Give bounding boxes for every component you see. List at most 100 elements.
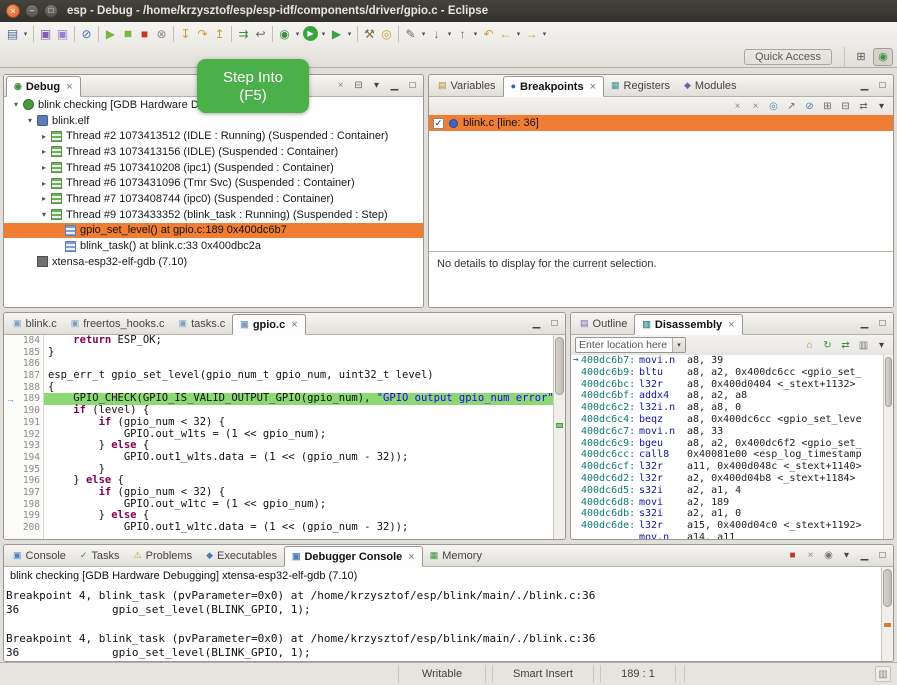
editor-tab-tasks-c[interactable]: ▣tasks.c bbox=[172, 313, 233, 334]
dropdown-arrow-icon[interactable]: ▾ bbox=[540, 30, 549, 38]
debug-tree-item[interactable]: ▾blink.elf bbox=[4, 113, 423, 129]
disassembly-line[interactable]: 400dc6c4:beqza8, 0x400dc6cc <gpio_set_le… bbox=[571, 414, 883, 426]
line-number[interactable]: 195 bbox=[17, 464, 40, 476]
line-number[interactable]: 190 bbox=[17, 405, 40, 417]
breakpoints-view-tab-registers[interactable]: ▦Registers bbox=[604, 75, 677, 96]
disassembly-line[interactable]: 400dc6cf:l32ra11, 0x400d048c <_stext+114… bbox=[571, 461, 883, 473]
remove-all-terminated-button[interactable]: × bbox=[333, 78, 348, 93]
close-tab-icon[interactable]: × bbox=[66, 81, 72, 93]
location-combo[interactable]: Enter location here ▾ bbox=[575, 337, 686, 353]
debug-tree-item[interactable]: ▸Thread #3 1073413156 (IDLE) (Suspended … bbox=[4, 144, 423, 160]
suspend-button[interactable]: ▮▮ bbox=[119, 25, 136, 42]
instruction-stepping-button[interactable]: ⇉ bbox=[235, 25, 252, 42]
expand-arrow-icon[interactable]: ▾ bbox=[24, 116, 36, 125]
code-line[interactable]: return ESP_OK; bbox=[44, 335, 553, 347]
dropdown-arrow-icon[interactable]: ▾ bbox=[514, 30, 523, 38]
go-to-file-button[interactable]: ↗ bbox=[784, 99, 799, 114]
next-annotation-button[interactable]: ↓ bbox=[428, 25, 445, 42]
disconnect-button[interactable]: ⊗ bbox=[153, 25, 170, 42]
disassembly-line[interactable]: 400dc6bf:addx4a8, a2, a8 bbox=[571, 390, 883, 402]
console-view-tab-console[interactable]: ▣Console bbox=[6, 545, 73, 566]
expand-arrow-icon[interactable]: ▸ bbox=[38, 147, 50, 156]
gutter-marker-slot[interactable] bbox=[4, 522, 17, 534]
quick-access-button[interactable]: Quick Access bbox=[744, 49, 832, 65]
gutter-marker-slot[interactable] bbox=[4, 499, 17, 511]
skip-all-breakpoints-button[interactable]: ⊘ bbox=[802, 99, 817, 114]
collapse-all-button[interactable]: ⊟ bbox=[351, 78, 366, 93]
refresh-button[interactable]: ↻ bbox=[820, 338, 835, 353]
dropdown-arrow-icon[interactable]: ▾ bbox=[293, 30, 302, 38]
maximize-button[interactable]: □ bbox=[405, 78, 420, 93]
breakpoints-view-tab-breakpoints[interactable]: ●Breakpoints× bbox=[503, 76, 604, 97]
line-number[interactable]: 199 bbox=[17, 510, 40, 522]
remove-all-breakpoints-button[interactable]: × bbox=[748, 99, 763, 114]
minimize-button[interactable]: ▁ bbox=[529, 316, 544, 331]
editor-tab-gpio-c[interactable]: ▣gpio.c× bbox=[232, 314, 305, 335]
debug-tree-item[interactable]: ▸Thread #7 1073408744 (ipc0) (Suspended … bbox=[4, 191, 423, 207]
close-tab-icon[interactable]: × bbox=[408, 551, 414, 563]
line-number[interactable]: 200 bbox=[17, 522, 40, 534]
dropdown-arrow-icon[interactable]: ▾ bbox=[345, 30, 354, 38]
debug-tree-item[interactable]: blink_task() at blink.c:33 0x400dbc2a bbox=[4, 238, 423, 254]
line-number[interactable]: 187 bbox=[17, 370, 40, 382]
expand-arrow-icon[interactable]: ▸ bbox=[38, 132, 50, 141]
disassembly-line[interactable]: 400dc6d5:s32ia2, a1, 4 bbox=[571, 485, 883, 497]
debug-tree-item[interactable]: ▾Thread #9 1073433352 (blink_task : Runn… bbox=[4, 207, 423, 223]
expand-arrow-icon[interactable]: ▾ bbox=[10, 100, 22, 109]
gutter-marker-slot[interactable] bbox=[4, 335, 17, 347]
expand-arrow-icon[interactable]: ▸ bbox=[38, 163, 50, 172]
expand-all-button[interactable]: ⊞ bbox=[820, 99, 835, 114]
collapse-all-button[interactable]: ⊟ bbox=[838, 99, 853, 114]
line-number[interactable]: 194 bbox=[17, 452, 40, 464]
pin-console-button[interactable]: ◉ bbox=[821, 548, 836, 563]
console-view-tab-debugger-console[interactable]: ▣Debugger Console× bbox=[284, 546, 423, 567]
link-with-debug-button[interactable]: ⇄ bbox=[856, 99, 871, 114]
maximize-button[interactable]: □ bbox=[875, 78, 890, 93]
combo-dropdown-icon[interactable]: ▾ bbox=[672, 338, 685, 352]
console-view-tab-tasks[interactable]: ✓Tasks bbox=[73, 545, 127, 566]
step-over-button[interactable]: ↷ bbox=[194, 25, 211, 42]
run-button[interactable]: ▶ bbox=[303, 26, 318, 41]
gutter-marker-slot[interactable] bbox=[4, 358, 17, 370]
disassembly-line[interactable]: →400dc6b7:movi.na8, 39 bbox=[571, 355, 883, 367]
dropdown-arrow-icon[interactable]: ▾ bbox=[21, 30, 30, 38]
minimize-button[interactable]: ▁ bbox=[857, 78, 872, 93]
minimize-button[interactable]: ▁ bbox=[857, 548, 872, 563]
line-number[interactable]: 196 bbox=[17, 475, 40, 487]
gutter-marker-slot[interactable] bbox=[4, 440, 17, 452]
line-number[interactable]: 197 bbox=[17, 487, 40, 499]
gutter-marker-slot[interactable] bbox=[4, 429, 17, 441]
gutter-marker-slot[interactable] bbox=[4, 487, 17, 499]
gutter-marker-slot[interactable] bbox=[4, 510, 17, 522]
breakpoint-checkbox[interactable]: ✓ bbox=[433, 118, 444, 129]
disassembly-line[interactable]: 400dc6de:l32ra15, 0x400d04c0 <_stext+119… bbox=[571, 520, 883, 532]
close-tab-icon[interactable]: × bbox=[728, 319, 734, 331]
code-line[interactable]: GPIO.out1_w1tc.data = (1 << (gpio_num - … bbox=[44, 522, 553, 534]
breakpoint-row[interactable]: ✓blink.c [line: 36] bbox=[429, 115, 893, 131]
line-number[interactable]: 191 bbox=[17, 417, 40, 429]
disassembly-line[interactable]: 400dc6d2:l32ra2, 0x400d04b8 <_stext+1184… bbox=[571, 473, 883, 485]
previous-annotation-button[interactable]: ↑ bbox=[454, 25, 471, 42]
dropdown-arrow-icon[interactable]: ▾ bbox=[445, 30, 454, 38]
disassembly-view-tab-disassembly[interactable]: ▥Disassembly× bbox=[634, 314, 742, 335]
line-number[interactable]: 198 bbox=[17, 499, 40, 511]
skip-all-breakpoints-button[interactable]: ⊘ bbox=[78, 25, 95, 42]
disassembly-line[interactable]: 400dc6c7:movi.na8, 33 bbox=[571, 426, 883, 438]
debug-button[interactable]: ◉ bbox=[276, 25, 293, 42]
console-output[interactable]: Breakpoint 4, blink_task (pvParameter=0x… bbox=[6, 589, 879, 659]
editor-tab-blink-c[interactable]: ▣blink.c bbox=[6, 313, 64, 334]
code-line[interactable]: esp_err_t gpio_set_level(gpio_num_t gpio… bbox=[44, 370, 553, 382]
code-line[interactable]: GPIO.out1_w1ts.data = (1 << (gpio_num - … bbox=[44, 452, 553, 464]
close-tab-icon[interactable]: × bbox=[590, 81, 596, 93]
close-tab-icon[interactable]: × bbox=[291, 319, 297, 331]
disassembly-line[interactable]: 400dc6bc:l32ra8, 0x400d0404 <_stext+1132… bbox=[571, 379, 883, 391]
maximize-button[interactable]: □ bbox=[875, 548, 890, 563]
home-button[interactable]: ⌂ bbox=[802, 338, 817, 353]
editor-tab-freertos-hooks-c[interactable]: ▣freertos_hooks.c bbox=[64, 313, 172, 334]
console-scrollbar[interactable] bbox=[881, 567, 893, 661]
gutter-marker-slot[interactable] bbox=[4, 417, 17, 429]
maximize-button[interactable]: □ bbox=[547, 316, 562, 331]
disassembly-scrollbar-thumb[interactable] bbox=[885, 357, 892, 407]
gutter-marker-slot[interactable] bbox=[4, 405, 17, 417]
gutter-marker-slot[interactable] bbox=[4, 464, 17, 476]
